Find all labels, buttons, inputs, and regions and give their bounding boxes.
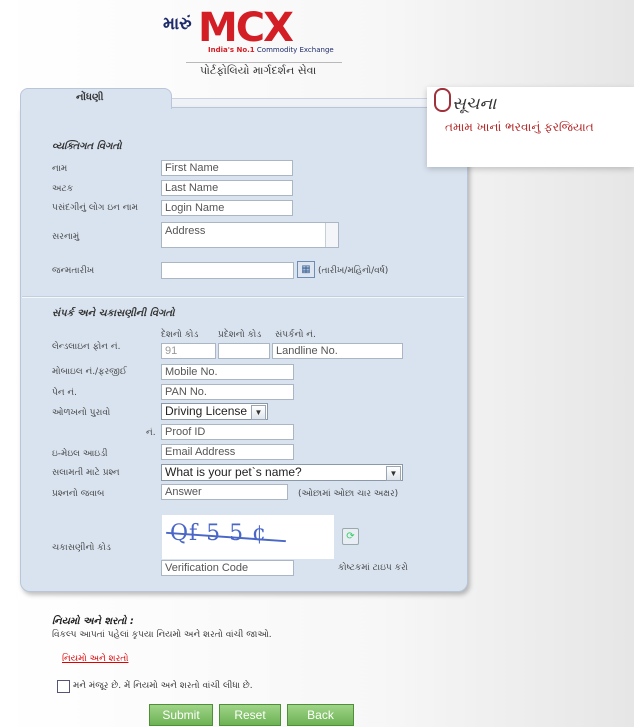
page-subtitle: પોર્ટફોલિયો માર્ગદર્શન સેવા xyxy=(200,64,317,77)
proof-id-label: નં. xyxy=(146,428,156,438)
id-proof-select[interactable]: Driving License ▼ xyxy=(161,403,268,420)
dob-label: જન્મતારીખ xyxy=(52,266,95,276)
calendar-icon[interactable]: ▦ xyxy=(297,261,315,278)
security-question-label: સલામતી માટે પ્રશ્ન xyxy=(52,468,120,478)
id-proof-label: ઓળખનો પુરાવો xyxy=(52,408,111,418)
address-label: સરનામું xyxy=(52,232,80,242)
logo-mark: મારું xyxy=(163,14,192,34)
notice-title: સૂચના xyxy=(452,94,497,114)
country-code-input[interactable]: 91 xyxy=(161,343,216,359)
area-code-input[interactable] xyxy=(218,343,270,359)
dob-hint: (તારીખ/મહિનો/વર્ષ) xyxy=(318,266,389,276)
address-textarea[interactable]: Address xyxy=(161,222,339,248)
country-code-label: દેશનો કોડ xyxy=(161,330,199,340)
landline-input[interactable]: Landline No. xyxy=(272,343,403,359)
terms-text: વિકલ્પ આપતાં પહેલાં કૃપયા નિયમો અને શરતો… xyxy=(52,630,272,640)
pan-input[interactable]: PAN No. xyxy=(161,384,294,400)
section-heading-contact: સંપર્ક અને ચકાસણીની વિગતો xyxy=(52,308,175,319)
section-divider xyxy=(22,296,464,298)
area-code-label: પ્રદેશનો કોડ xyxy=(218,330,262,340)
mobile-label: મોબાઇલ નં./ફરજીઈ xyxy=(52,367,127,377)
logo-tagline: India's No.1 Commodity Exchange xyxy=(208,46,334,54)
captcha-label: ચકાસણીનો કોડ xyxy=(52,543,111,553)
agree-label: મને મંજૂર છે. મેં નિયમો અને શરતો વાંચી લ… xyxy=(73,681,253,691)
email-input[interactable]: Email Address xyxy=(161,444,294,460)
back-button[interactable]: Back xyxy=(287,704,354,726)
captcha-hint: કોષ્ટકમાં ટાઇપ કરો xyxy=(338,563,408,573)
answer-hint: (ઓછામાં ઓછા ચાર અક્ષર) xyxy=(298,489,399,499)
email-label: ઇ-મેઇલ આઇડી xyxy=(52,449,108,459)
section-heading-personal: વ્યક્તિગત વિગતો xyxy=(52,141,122,152)
first-name-label: નામ xyxy=(52,164,68,174)
logo: MCX xyxy=(198,5,294,51)
login-name-input[interactable]: Login Name xyxy=(161,200,293,216)
proof-id-input[interactable]: Proof ID xyxy=(161,424,294,440)
terms-heading: નિયમો અને શરતો : xyxy=(52,616,134,627)
notice-text: તમામ ખાનાં ભરવાનું ફરજિયાત xyxy=(445,120,594,134)
chevron-down-icon[interactable]: ▼ xyxy=(251,405,266,420)
tab-label: નોંધણી xyxy=(76,92,104,103)
refresh-icon[interactable]: ⟳ xyxy=(342,528,359,545)
login-name-label: પસંદગીનું લોગ ઇન નામ xyxy=(52,203,138,213)
reset-button[interactable]: Reset xyxy=(219,704,281,726)
pan-label: પેન નં. xyxy=(52,388,77,398)
paperclip-icon xyxy=(434,88,451,112)
terms-link[interactable]: નિયમો અને શરતો xyxy=(62,654,128,664)
verification-code-input[interactable]: Verification Code xyxy=(161,560,294,576)
dob-input[interactable] xyxy=(161,262,294,279)
security-question-select[interactable]: What is your pet`s name? ▼ xyxy=(161,464,403,481)
address-scrollbar[interactable] xyxy=(325,223,338,247)
last-name-input[interactable]: Last Name xyxy=(161,180,293,196)
answer-input[interactable]: Answer xyxy=(161,484,288,500)
mobile-input[interactable]: Mobile No. xyxy=(161,364,294,380)
agree-checkbox[interactable] xyxy=(57,680,70,693)
divider xyxy=(186,62,342,63)
submit-button[interactable]: Submit xyxy=(149,704,213,726)
contact-number-label: સંપર્કનો નં. xyxy=(275,330,316,340)
chevron-down-icon[interactable]: ▼ xyxy=(386,466,401,481)
landline-label: લેન્ડલાઇન ફોન નં. xyxy=(52,342,121,352)
answer-label: પ્રશ્નનો જવાબ xyxy=(52,489,105,499)
first-name-input[interactable]: First Name xyxy=(161,160,293,176)
last-name-label: અટક xyxy=(52,184,74,194)
